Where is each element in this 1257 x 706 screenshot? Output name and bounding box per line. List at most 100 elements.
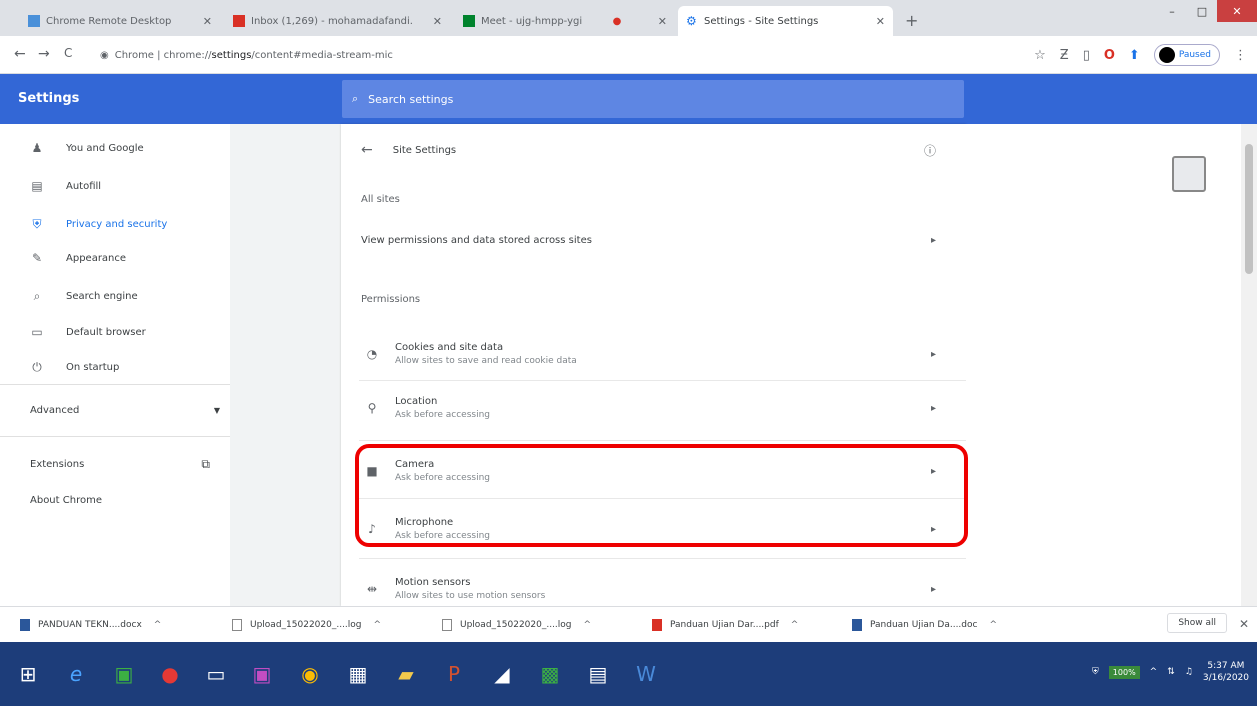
- close-downloads-icon[interactable]: ✕: [1239, 617, 1249, 631]
- show-all-downloads-button[interactable]: Show all: [1167, 613, 1227, 633]
- chevron-up-icon[interactable]: ^: [989, 620, 997, 630]
- profile-paused-button[interactable]: Paused: [1153, 44, 1220, 66]
- sidebar-item-label: Extensions: [30, 458, 85, 470]
- app-icon[interactable]: ●: [150, 654, 190, 694]
- permission-row-cookies[interactable]: ◔ Cookies and site data Allow sites to sa…: [341, 328, 966, 380]
- download-name: PANDUAN TEKN....docx: [38, 620, 142, 630]
- back-arrow-icon[interactable]: ←: [361, 142, 373, 158]
- sidebar-item-label: Default browser: [66, 326, 146, 338]
- download-item[interactable]: PANDUAN TEKN....docx ^: [20, 616, 161, 634]
- extension-icon[interactable]: Ƶ: [1060, 48, 1069, 63]
- opera-icon[interactable]: O: [1104, 48, 1115, 63]
- chevron-up-icon[interactable]: ^: [791, 620, 799, 630]
- sidebar-item-label: You and Google: [66, 142, 144, 154]
- tab-meet[interactable]: Meet - ujg-hmpp-ygi ● ✕: [455, 6, 675, 36]
- clock-time: 5:37 AM: [1207, 661, 1245, 671]
- download-item[interactable]: Panduan Ujian Dar....pdf ^: [652, 616, 798, 634]
- row-divider: [359, 380, 966, 381]
- notepad-icon[interactable]: ▤: [578, 654, 618, 694]
- remote-desktop-icon[interactable]: ▭: [196, 654, 236, 694]
- sidebar-item-label: On startup: [66, 361, 120, 373]
- download-item[interactable]: Upload_15022020_....log ^: [232, 616, 381, 634]
- sidebar-item-label: Privacy and security: [66, 218, 168, 230]
- page-scrollbar[interactable]: [1241, 124, 1257, 606]
- sidebar-item-you-and-google[interactable]: ♟ You and Google: [30, 138, 144, 158]
- download-item[interactable]: Panduan Ujian Da....doc ^: [852, 616, 997, 634]
- battery-indicator[interactable]: 100%: [1108, 665, 1140, 679]
- internet-explorer-icon[interactable]: e: [56, 654, 96, 694]
- word-icon[interactable]: W: [626, 654, 666, 694]
- remote-desktop-favicon-icon: [28, 15, 40, 27]
- download-item[interactable]: Upload_15022020_....log ^: [442, 616, 591, 634]
- extension-box-icon[interactable]: ▯: [1083, 48, 1090, 63]
- pdf-file-icon: [652, 619, 662, 631]
- address-bar[interactable]: ◉ Chrome | chrome://settings/content#med…: [100, 43, 960, 67]
- sidebar-item-on-startup[interactable]: ⏻ On startup: [30, 357, 119, 377]
- site-info-icon[interactable]: ◉: [100, 50, 109, 61]
- app-grid-icon[interactable]: ▦: [338, 654, 378, 694]
- forward-button[interactable]: →: [38, 46, 50, 62]
- app-icon-2[interactable]: ◢: [482, 654, 522, 694]
- extension-arrow-icon[interactable]: ⬆: [1129, 48, 1140, 63]
- camera-microphone-highlight: [355, 444, 968, 547]
- recording-dot-icon: ●: [612, 15, 622, 27]
- open-in-new-icon: ⧉: [201, 456, 210, 471]
- help-icon[interactable]: ⓘ: [924, 142, 936, 159]
- sidebar-item-privacy[interactable]: ⛨ Privacy and security: [30, 214, 167, 234]
- clipboard-icon: ▤: [31, 179, 43, 193]
- sidebar-item-appearance[interactable]: ✎ Appearance: [30, 248, 126, 268]
- back-button[interactable]: ←: [14, 46, 26, 62]
- close-tab-icon[interactable]: ✕: [427, 15, 442, 28]
- windows-start-icon[interactable]: ⊞: [8, 654, 48, 694]
- scrollbar-thumb[interactable]: [1245, 144, 1253, 274]
- media-icon[interactable]: ▣: [242, 654, 282, 694]
- browser-icon: ▭: [31, 325, 43, 339]
- search-icon: ⌕: [33, 288, 41, 303]
- new-tab-button[interactable]: +: [905, 11, 918, 30]
- sidebar-item-autofill[interactable]: ▤ Autofill: [30, 176, 101, 196]
- close-tab-icon[interactable]: ✕: [870, 15, 885, 28]
- chevron-up-icon[interactable]: ^: [374, 620, 382, 630]
- close-tab-icon[interactable]: ✕: [652, 15, 667, 28]
- permission-row-location[interactable]: ⚲ Location Ask before accessing ▸: [341, 382, 966, 434]
- motion-sensor-icon: ⇹: [366, 582, 378, 596]
- chevron-up-icon[interactable]: ^: [1150, 667, 1158, 677]
- powerpoint-icon[interactable]: P: [434, 654, 474, 694]
- more-menu-icon[interactable]: ⋮: [1234, 48, 1247, 63]
- chevron-up-icon[interactable]: ^: [584, 620, 592, 630]
- close-window-button[interactable]: ✕: [1217, 0, 1257, 22]
- reload-button[interactable]: C: [64, 46, 72, 60]
- floating-widget-icon[interactable]: [1172, 156, 1206, 192]
- download-name: Upload_15022020_....log: [460, 620, 572, 630]
- chrome-icon[interactable]: ◉: [290, 654, 330, 694]
- chevron-up-icon[interactable]: ^: [154, 620, 162, 630]
- row-subtitle: Allow sites to save and read cookie data: [395, 356, 577, 366]
- url-text: Chrome | chrome://settings/content#media…: [114, 49, 393, 61]
- bookmark-star-icon[interactable]: ☆: [1034, 48, 1046, 63]
- shield-tray-icon[interactable]: ⛨: [1092, 667, 1099, 677]
- search-input[interactable]: ⌕ Search settings: [342, 80, 964, 118]
- sidebar-item-default-browser[interactable]: ▭ Default browser: [30, 322, 146, 342]
- power-icon: ⏻: [32, 359, 42, 374]
- sidebar-item-search-engine[interactable]: ⌕ Search engine: [30, 286, 138, 306]
- clock[interactable]: 5:37 AM 3/16/2020: [1203, 660, 1249, 684]
- maximize-button[interactable]: □: [1187, 0, 1217, 22]
- network-icon[interactable]: ⇅: [1167, 667, 1175, 677]
- sidebar-about-chrome[interactable]: About Chrome: [30, 490, 102, 510]
- sidebar-extensions[interactable]: Extensions ⧉: [30, 454, 210, 474]
- file-explorer-icon[interactable]: ▰: [386, 654, 426, 694]
- store-icon[interactable]: ▣: [104, 654, 144, 694]
- photos-icon[interactable]: ▩: [530, 654, 570, 694]
- view-all-sites-row[interactable]: View permissions and data stored across …: [341, 222, 966, 258]
- sidebar-advanced[interactable]: Advanced ▼: [30, 400, 220, 420]
- tab-settings[interactable]: ⚙ Settings - Site Settings ✕: [678, 6, 893, 36]
- tab-inbox[interactable]: Inbox (1,269) - mohamadafandi. ✕: [225, 6, 450, 36]
- chevron-right-icon: ▸: [930, 348, 936, 360]
- close-tab-icon[interactable]: ✕: [197, 15, 212, 28]
- page-subtitle: Site Settings: [392, 144, 457, 156]
- downloads-bar: PANDUAN TEKN....docx ^ Upload_15022020_..…: [0, 606, 1257, 642]
- volume-icon[interactable]: ♫: [1185, 667, 1193, 677]
- minimize-button[interactable]: –: [1157, 0, 1187, 22]
- search-placeholder: Search settings: [368, 92, 454, 106]
- tab-chrome-remote-desktop[interactable]: Chrome Remote Desktop ✕: [20, 6, 220, 36]
